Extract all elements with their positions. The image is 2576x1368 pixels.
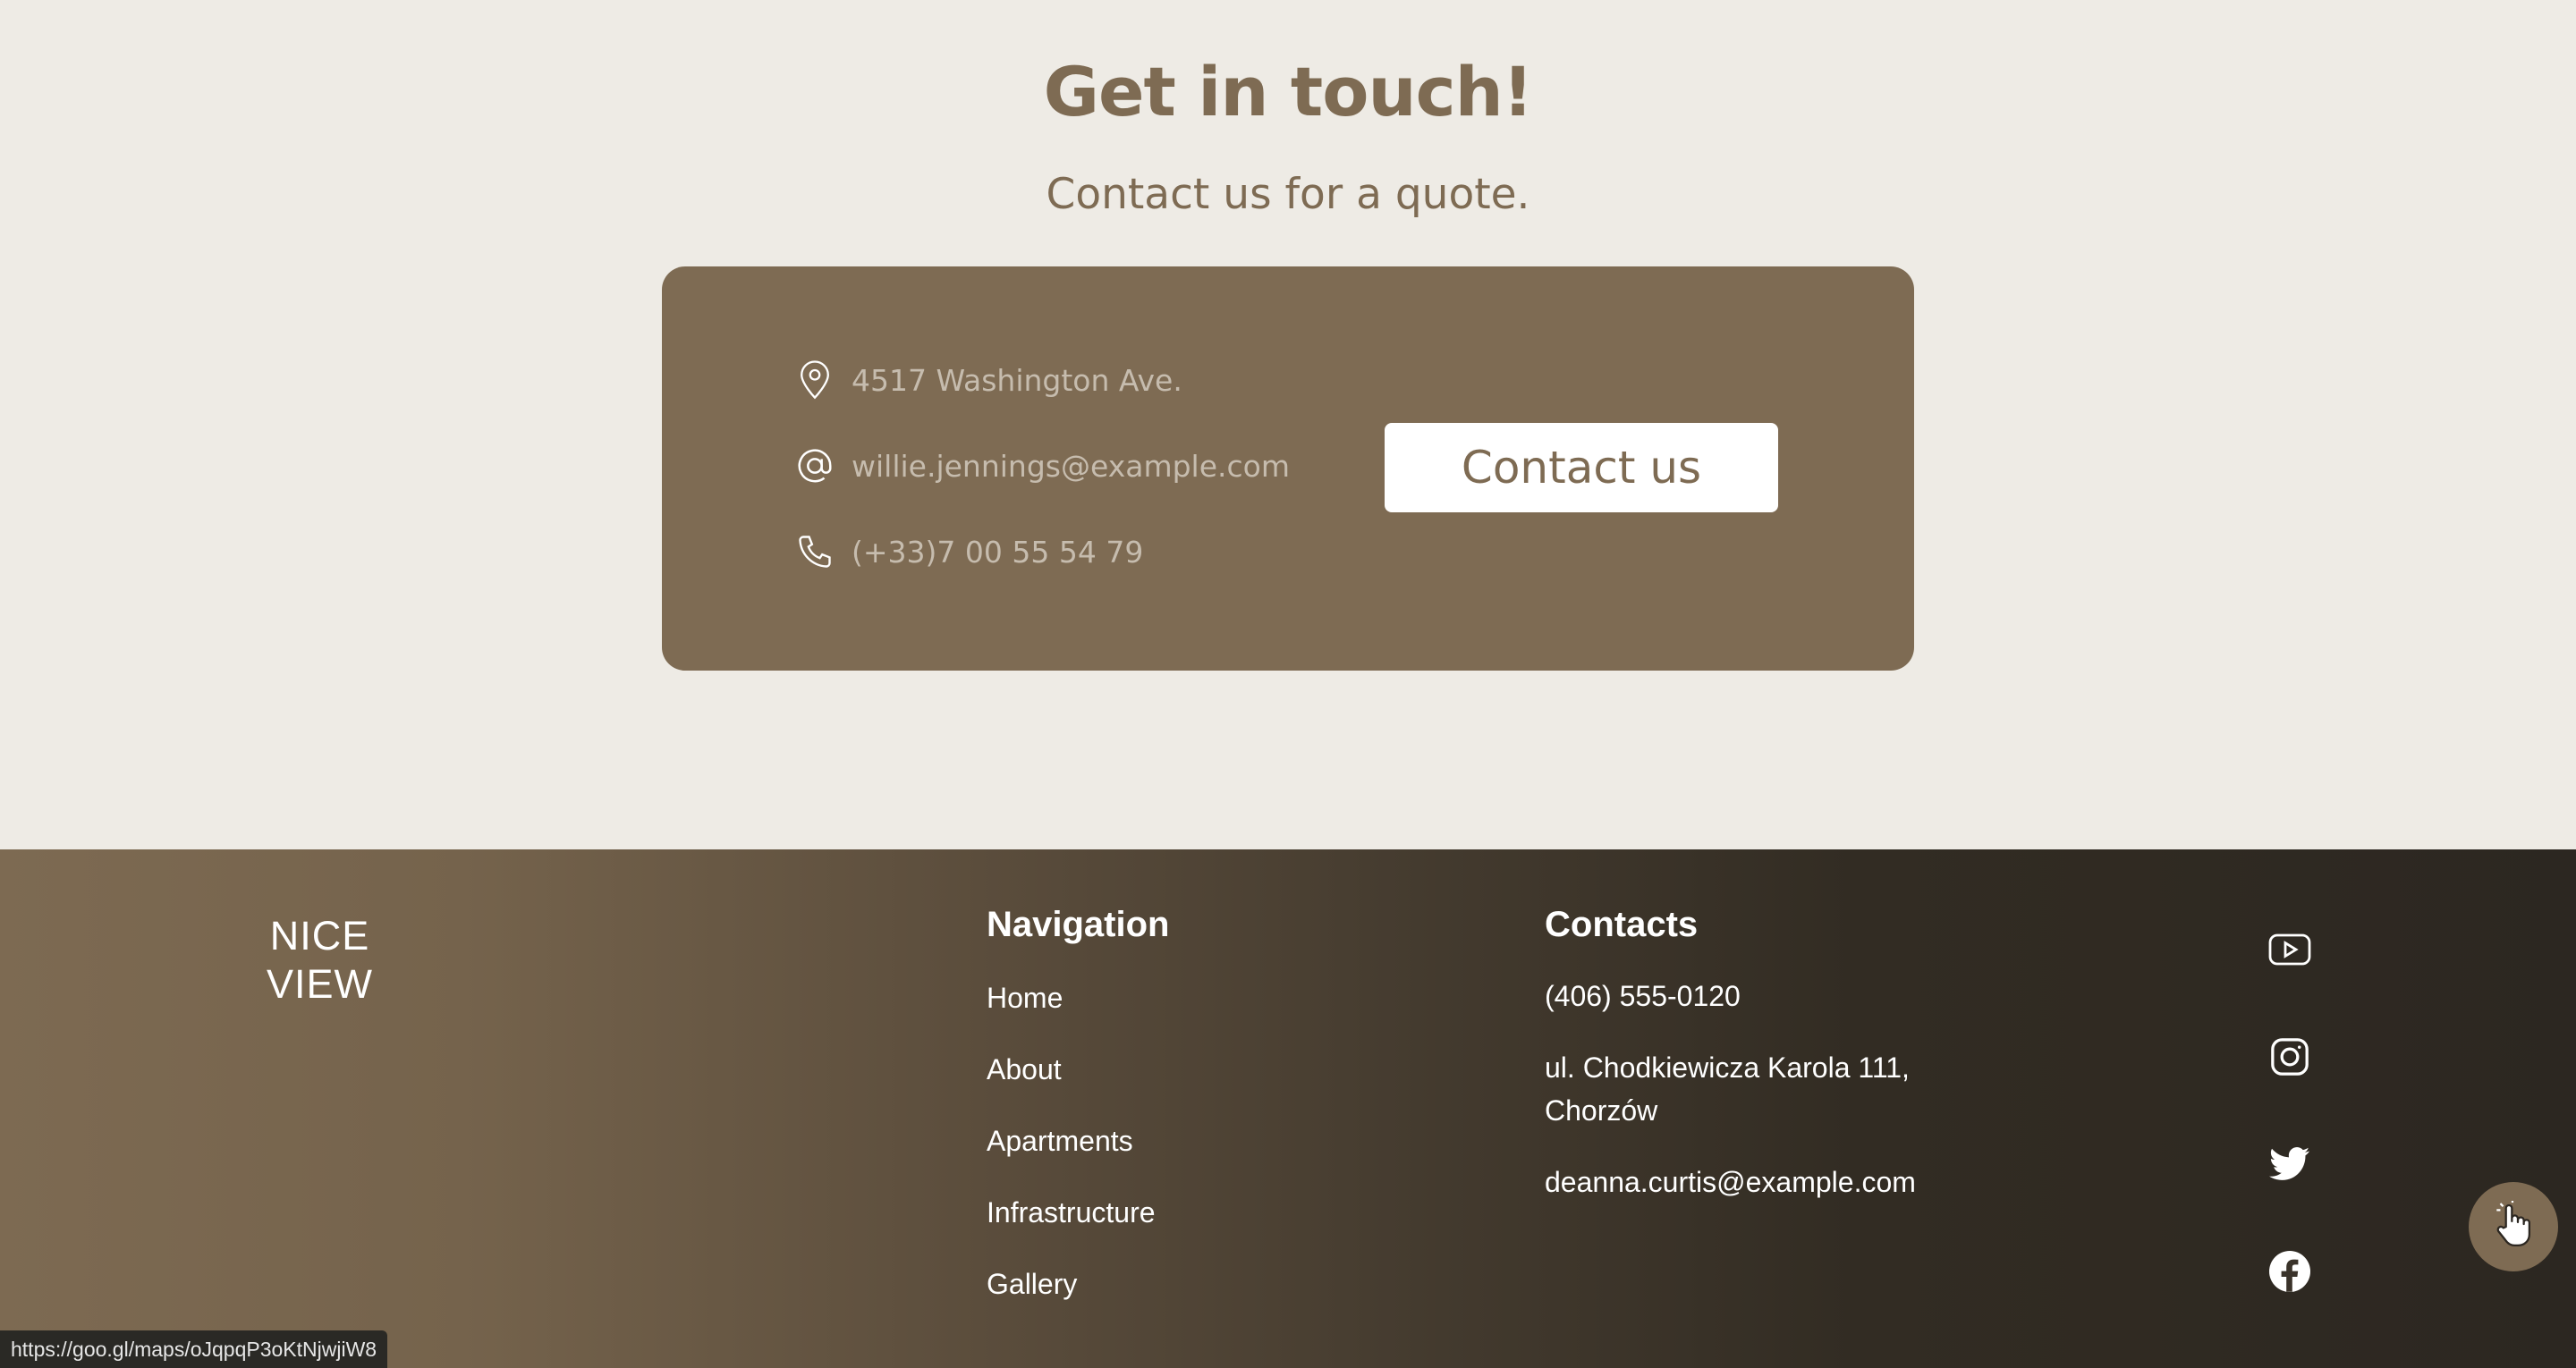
contact-us-button[interactable]: Contact us bbox=[1385, 423, 1778, 512]
logo-line-1: NICE bbox=[269, 913, 370, 958]
facebook-icon[interactable] bbox=[2268, 1250, 2311, 1293]
nav-link-gallery[interactable]: Gallery bbox=[987, 1268, 1077, 1301]
hand-pointer-icon bbox=[2491, 1200, 2536, 1254]
hand-pointer-button[interactable] bbox=[2469, 1182, 2558, 1271]
contacts-title: Contacts bbox=[1545, 905, 1699, 944]
phone-row[interactable]: (+33)7 00 55 54 79 bbox=[794, 531, 1143, 572]
footer-address-line-2: Chorzów bbox=[1545, 1094, 1658, 1127]
logo-line-2: VIEW bbox=[267, 961, 374, 1007]
status-bar-url: https://goo.gl/maps/oJqpqP3oKtNjwjiW8 bbox=[0, 1330, 388, 1368]
contact-card: 4517 Washington Ave. willie.jennings@exa… bbox=[662, 266, 1914, 671]
instagram-icon[interactable] bbox=[2268, 1035, 2311, 1078]
nav-link-about[interactable]: About bbox=[987, 1053, 1062, 1086]
section-subtitle: Contact us for a quote. bbox=[1046, 170, 1530, 219]
nav-link-apartments[interactable]: Apartments bbox=[987, 1125, 1133, 1158]
footer-phone[interactable]: (406) 555-0120 bbox=[1545, 975, 1741, 1018]
address-row[interactable]: 4517 Washington Ave. bbox=[794, 359, 1182, 401]
logo[interactable]: NICE VIEW bbox=[267, 912, 373, 1009]
section-title: Get in touch! bbox=[1043, 52, 1534, 131]
footer-navigation: Navigation Home About Apartments Infrast… bbox=[987, 905, 1170, 1300]
footer-address-line-1: ul. Chodkiewicza Karola 111, bbox=[1545, 1051, 1910, 1084]
phone-text: (+33)7 00 55 54 79 bbox=[852, 534, 1144, 570]
contact-section: Get in touch! Contact us for a quote. 45… bbox=[0, 0, 2576, 849]
footer: NICE VIEW Navigation Home About Apartmen… bbox=[0, 849, 2576, 1368]
youtube-icon[interactable] bbox=[2268, 928, 2311, 971]
navigation-title: Navigation bbox=[987, 905, 1170, 944]
email-row[interactable]: willie.jennings@example.com bbox=[794, 445, 1290, 486]
at-sign-icon bbox=[794, 445, 835, 486]
phone-icon bbox=[794, 531, 835, 572]
nav-link-home[interactable]: Home bbox=[987, 982, 1063, 1015]
footer-email[interactable]: deanna.curtis@example.com bbox=[1545, 1161, 1916, 1203]
nav-link-infrastructure[interactable]: Infrastructure bbox=[987, 1196, 1156, 1229]
twitter-icon[interactable] bbox=[2268, 1143, 2311, 1186]
location-pin-icon bbox=[794, 359, 835, 401]
footer-contacts: Contacts (406) 555-0120 ul. Chodkiewicza… bbox=[1545, 905, 1992, 1198]
address-text: 4517 Washington Ave. bbox=[852, 362, 1182, 398]
email-text: willie.jennings@example.com bbox=[852, 448, 1290, 484]
